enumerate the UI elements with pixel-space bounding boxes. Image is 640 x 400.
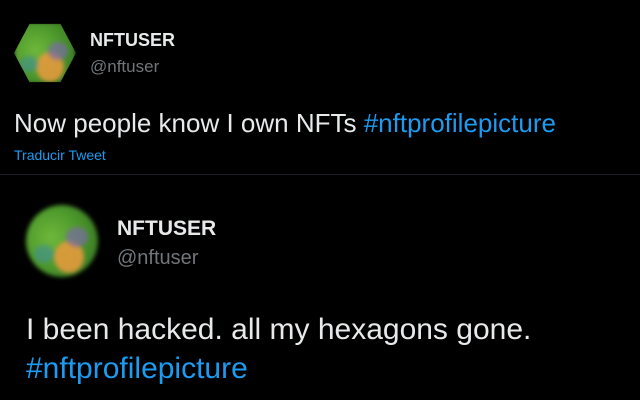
hexagon-nft-avatar-icon[interactable] (14, 23, 76, 83)
tweet-text-body: Now people know I own NFTs (14, 108, 364, 138)
hashtag-link[interactable]: #nftprofilepicture (364, 108, 556, 138)
tweet-card: NFTUSER @nftuser I been hacked. all my h… (0, 175, 640, 400)
tweet-text: Now people know I own NFTs #nftprofilepi… (14, 108, 556, 139)
display-name[interactable]: NFTUSER (90, 30, 175, 51)
user-handle[interactable]: @nftuser (117, 247, 198, 270)
hashtag-link[interactable]: #nftprofilepicture (26, 352, 248, 386)
translate-tweet-link[interactable]: Traducir Tweet (14, 147, 106, 163)
display-name[interactable]: NFTUSER (117, 217, 216, 241)
tweet-card: NFTUSER @nftuser Now people know I own N… (0, 0, 640, 174)
tweet-text-body: I been hacked. all my hexagons gone. (26, 313, 532, 346)
circle-avatar-icon[interactable] (26, 205, 98, 277)
user-handle[interactable]: @nftuser (90, 57, 159, 77)
